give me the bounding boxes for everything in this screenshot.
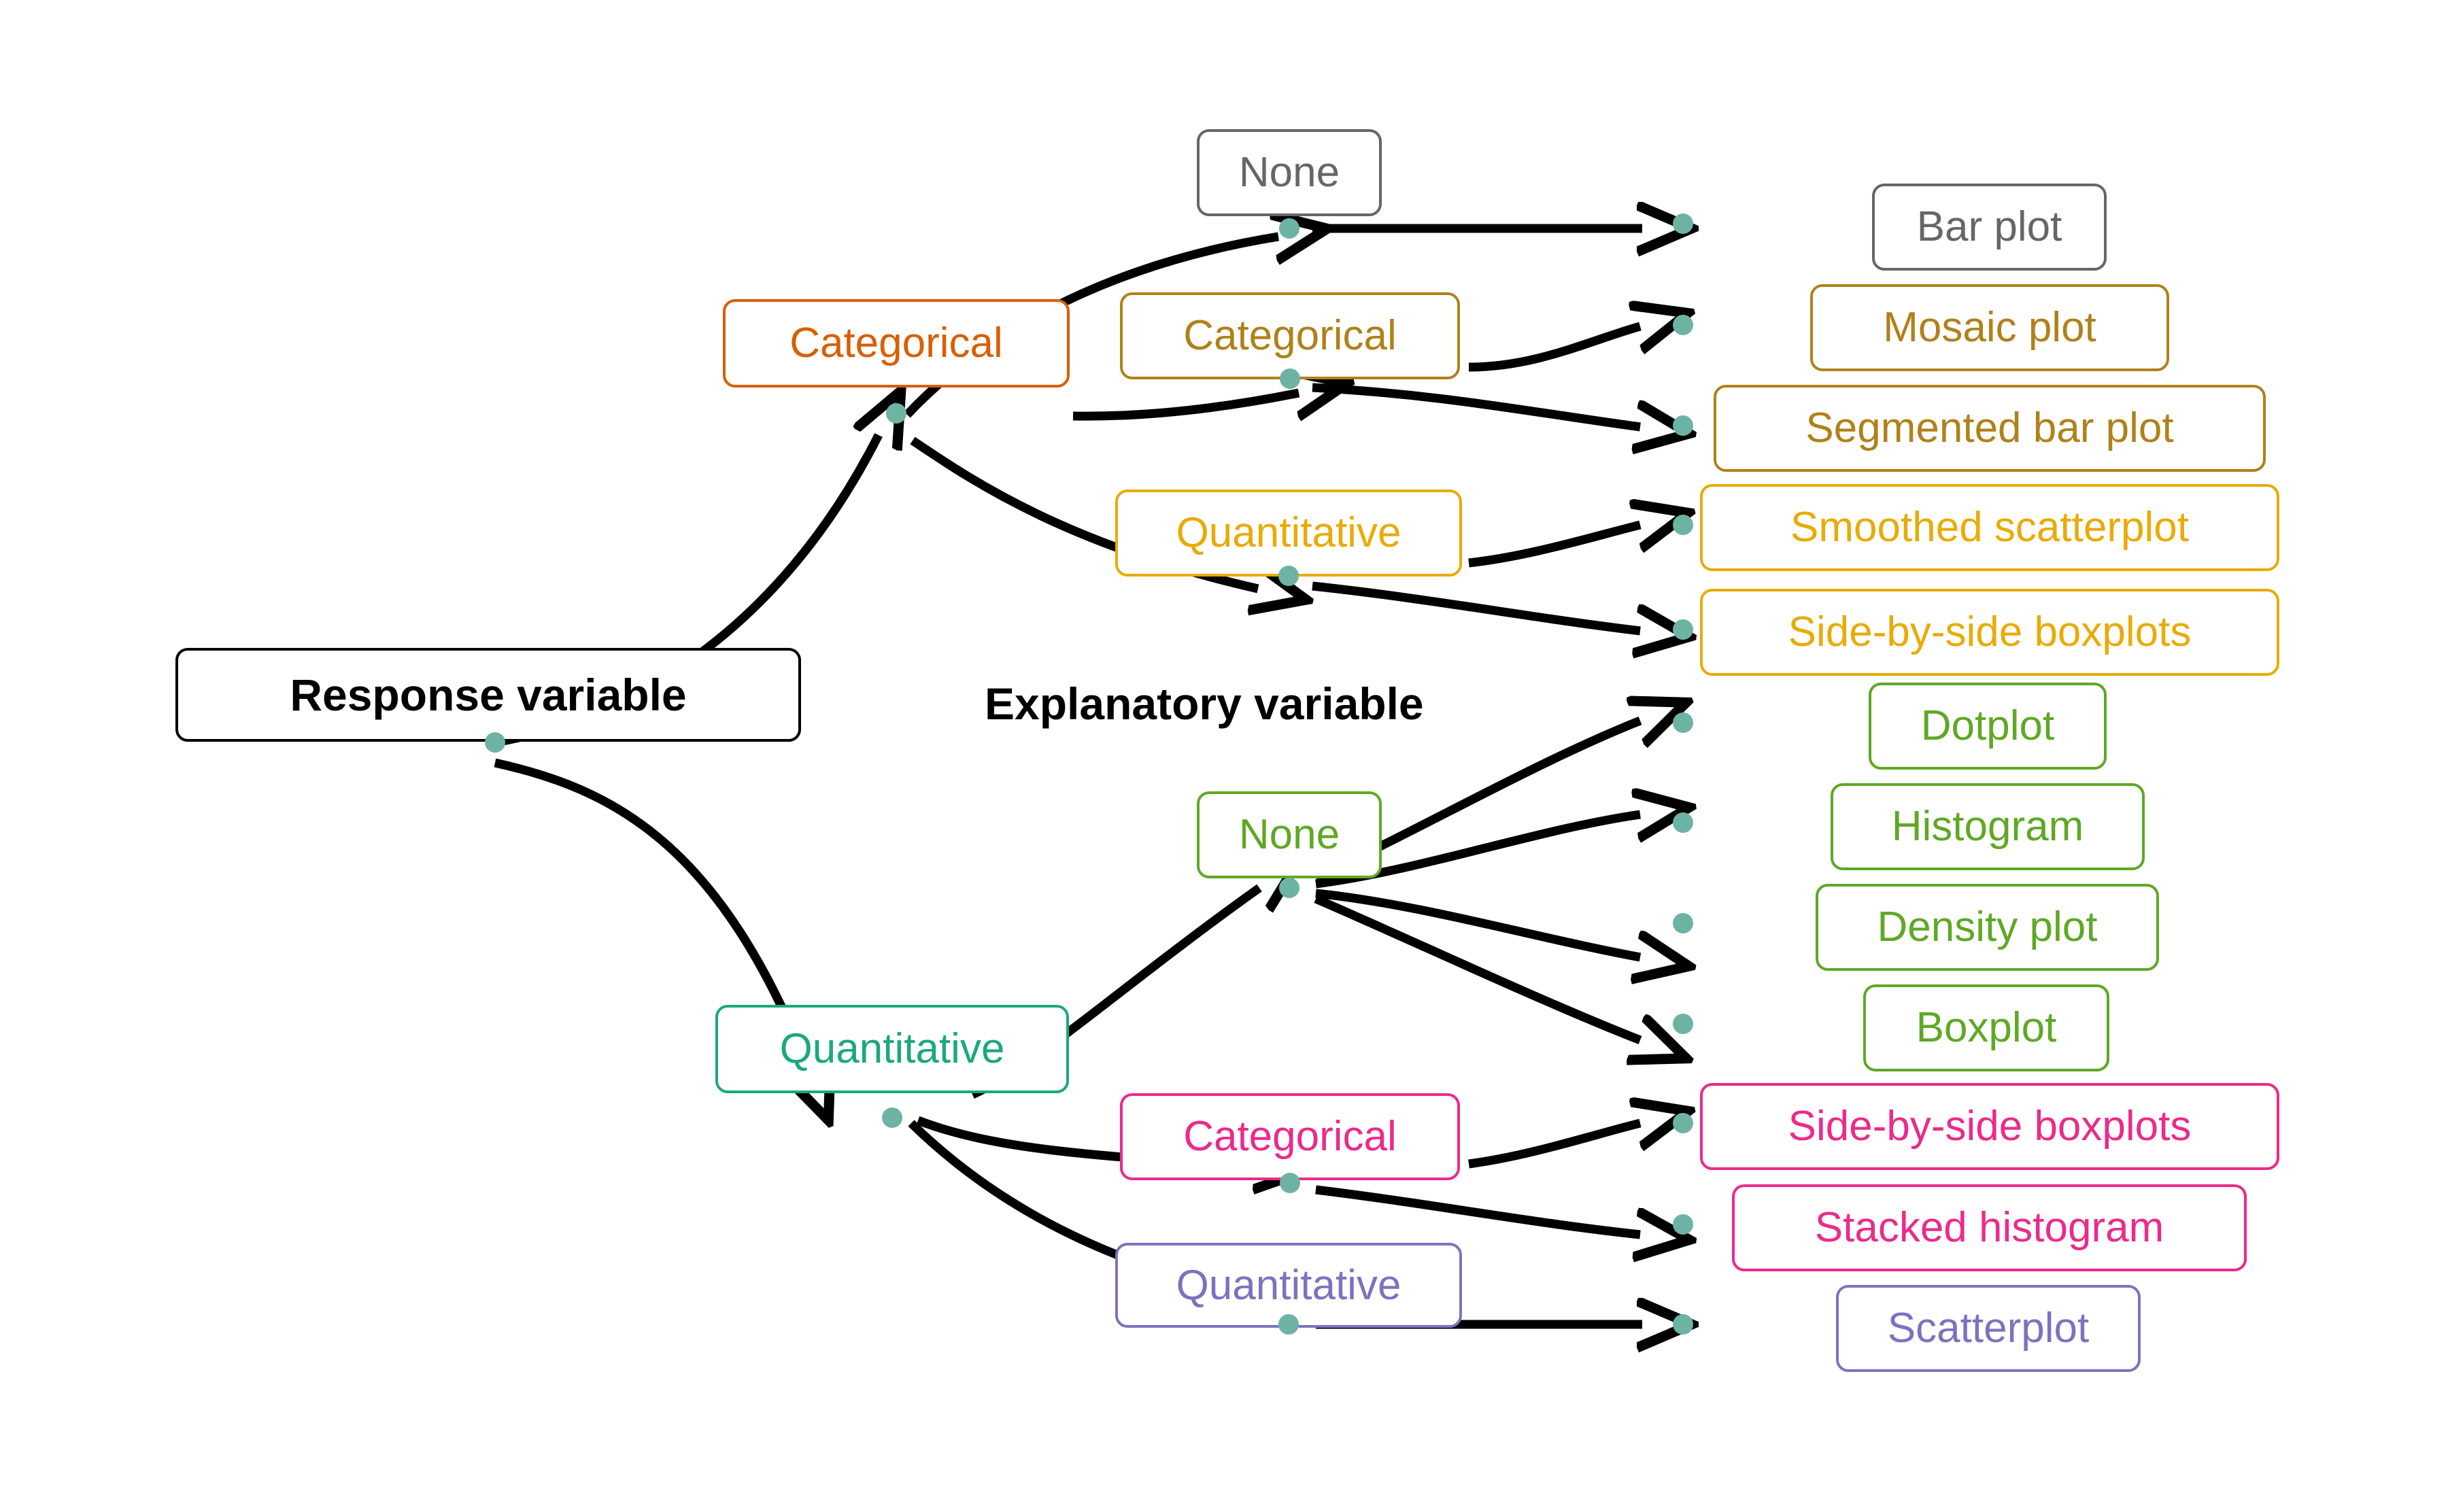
node-response-quantitative[interactable]: Quantitative — [715, 1005, 1069, 1093]
node-explanatory-none-green[interactable]: None — [1197, 791, 1382, 878]
anchor-boxplot — [1673, 1014, 1693, 1034]
anchor-explanatory-quantitative-gold — [1278, 566, 1299, 586]
anchor-side-by-side-boxplots-pink — [1673, 1113, 1693, 1133]
node-explanatory-none-green-label: None — [1238, 811, 1340, 858]
leaf-boxplot[interactable]: Boxplot — [1863, 984, 2109, 1071]
leaf-histogram[interactable]: Histogram — [1831, 783, 2145, 870]
anchor-scatterplot — [1673, 1314, 1693, 1335]
anchor-bar-plot — [1673, 213, 1693, 234]
leaf-stacked-histogram[interactable]: Stacked histogram — [1732, 1184, 2247, 1271]
leaf-dotplot-label: Dotplot — [1920, 702, 2055, 749]
anchor-explanatory-none-green — [1279, 878, 1299, 898]
node-explanatory-quantitative-gold-label: Quantitative — [1176, 509, 1401, 556]
node-response-categorical[interactable]: Categorical — [723, 299, 1070, 388]
anchor-explanatory-quantitative-purple — [1278, 1314, 1299, 1335]
node-explanatory-quantitative-gold[interactable]: Quantitative — [1115, 489, 1462, 577]
leaf-segmented-bar-plot[interactable]: Segmented bar plot — [1714, 385, 2266, 472]
anchor-mosaic-plot — [1673, 315, 1693, 335]
edge-quantitative-gold-to-smoothed — [1468, 525, 1640, 568]
leaf-smoothed-scatterplot[interactable]: Smoothed scatterplot — [1700, 484, 2279, 571]
anchor-stacked-histogram — [1673, 1214, 1693, 1235]
node-explanatory-categorical-pink[interactable]: Categorical — [1120, 1093, 1460, 1180]
leaf-boxplot-label: Boxplot — [1916, 1004, 2057, 1051]
node-explanatory-none-gray[interactable]: None — [1197, 129, 1382, 216]
node-explanatory-quantitative-purple-label: Quantitative — [1176, 1261, 1401, 1309]
edge-categorical-pink-to-sbs-pink — [1468, 1123, 1640, 1169]
leaf-histogram-label: Histogram — [1891, 803, 2084, 850]
anchor-response-variable — [485, 732, 505, 753]
anchor-dotplot — [1673, 712, 1693, 733]
leaf-dotplot[interactable]: Dotplot — [1869, 683, 2107, 770]
leaf-bar-plot[interactable]: Bar plot — [1872, 184, 2107, 271]
node-response-variable-label: Response variable — [290, 670, 687, 720]
node-response-categorical-label: Categorical — [789, 320, 1003, 366]
node-explanatory-categorical-brown[interactable]: Categorical — [1120, 292, 1460, 379]
leaf-side-by-side-boxplots-pink-label: Side-by-side boxplots — [1788, 1103, 2192, 1150]
node-response-variable[interactable]: Response variable — [175, 648, 801, 742]
node-explanatory-none-gray-label: None — [1238, 149, 1340, 196]
decision-tree-diagram: Response variable Explanatory variable C… — [0, 0, 2448, 1512]
leaf-bar-plot-label: Bar plot — [1916, 203, 2062, 250]
node-explanatory-categorical-pink-label: Categorical — [1183, 1113, 1397, 1160]
leaf-side-by-side-boxplots-pink[interactable]: Side-by-side boxplots — [1700, 1083, 2279, 1170]
anchor-explanatory-none-gray — [1279, 218, 1299, 239]
node-explanatory-categorical-brown-label: Categorical — [1183, 312, 1397, 359]
anchor-histogram — [1673, 812, 1693, 833]
anchor-explanatory-categorical-brown — [1280, 368, 1300, 389]
node-response-quantitative-label: Quantitative — [779, 1025, 1005, 1072]
anchor-response-quantitative — [882, 1107, 902, 1128]
leaf-stacked-histogram-label: Stacked histogram — [1814, 1204, 2164, 1251]
leaf-smoothed-scatterplot-label: Smoothed scatterplot — [1790, 504, 2189, 551]
anchor-side-by-side-boxplots-gold — [1673, 619, 1693, 640]
anchor-explanatory-categorical-pink — [1280, 1173, 1300, 1193]
edge-none-green-to-density — [1315, 889, 1640, 957]
leaf-mosaic-plot-label: Mosaic plot — [1883, 304, 2096, 351]
explanatory-variable-label: Explanatory variable — [985, 678, 1424, 729]
leaf-scatterplot[interactable]: Scatterplot — [1836, 1285, 2141, 1372]
leaf-side-by-side-boxplots-gold-label: Side-by-side boxplots — [1788, 608, 2192, 655]
anchor-smoothed-scatterplot — [1673, 515, 1693, 535]
leaf-side-by-side-boxplots-gold[interactable]: Side-by-side boxplots — [1700, 589, 2279, 676]
edge-categorical-pink-to-stacked-histogram — [1315, 1185, 1640, 1235]
leaf-mosaic-plot[interactable]: Mosaic plot — [1810, 284, 2169, 371]
edge-quantitative-gold-to-sbs-gold — [1312, 581, 1640, 631]
edge-categorical-to-categorical-brown — [1072, 393, 1299, 416]
leaf-scatterplot-label: Scatterplot — [1887, 1305, 2090, 1352]
leaf-segmented-bar-plot-label: Segmented bar plot — [1805, 405, 2174, 451]
leaf-density-plot-label: Density plot — [1877, 904, 2098, 950]
edge-none-green-to-boxplot — [1314, 895, 1640, 1040]
edge-categorical-brown-to-segmented — [1312, 383, 1640, 427]
edge-categorical-brown-to-mosaic — [1468, 326, 1640, 372]
anchor-segmented-bar-plot — [1673, 415, 1693, 436]
leaf-density-plot[interactable]: Density plot — [1816, 884, 2159, 971]
anchor-response-categorical — [886, 403, 906, 424]
edge-group — [494, 228, 1642, 1324]
anchor-density-plot — [1673, 913, 1693, 933]
